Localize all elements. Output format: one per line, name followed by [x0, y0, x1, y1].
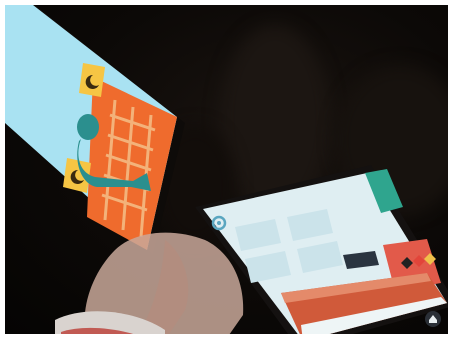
hand-holding-tablet: [55, 232, 244, 334]
moon-button[interactable]: [79, 63, 105, 97]
photo: [5, 5, 448, 334]
photo-frame: [0, 0, 453, 339]
home-icon[interactable]: [425, 311, 441, 327]
